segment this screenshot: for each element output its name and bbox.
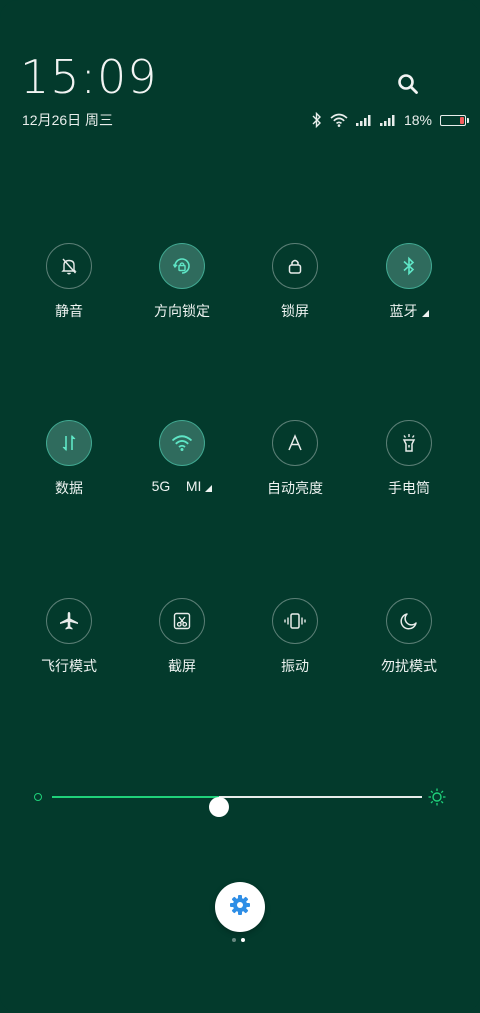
battery-level <box>460 116 464 124</box>
lock-icon[interactable] <box>272 243 318 289</box>
wifi-status-icon <box>330 113 348 127</box>
brightness-thumb[interactable] <box>208 797 229 817</box>
expand-arrow-icon[interactable] <box>421 309 429 317</box>
bell-off-icon[interactable] <box>46 243 92 289</box>
signal-1-icon <box>355 114 372 126</box>
control-center: 15:09 12月26日 周三 18% 静音 方向锁定 锁屏 蓝牙 数据 5G … <box>0 0 480 1013</box>
brightness-high-icon <box>428 788 446 811</box>
battery-percent: 18% <box>403 112 432 128</box>
tile-mute[interactable]: 静音 <box>9 243 129 321</box>
tile-wifi[interactable]: 5G MI <box>122 420 242 494</box>
clock-time: 15:09 <box>20 50 158 104</box>
page-dot[interactable] <box>232 938 236 942</box>
signal-2-icon <box>379 114 396 126</box>
tile-label: 截屏 <box>168 658 196 674</box>
clock-date: 12月26日 周三 <box>22 112 114 128</box>
tile-label: 数据 <box>55 480 83 496</box>
status-bar: 18% <box>312 110 469 130</box>
tile-screenshot[interactable]: 截屏 <box>122 598 242 676</box>
tile-lock-screen[interactable]: 锁屏 <box>235 243 355 321</box>
tile-label: 5G MI <box>152 478 213 494</box>
vibrate-icon[interactable] <box>272 598 318 644</box>
screenshot-icon[interactable] <box>159 598 205 644</box>
tile-label: 手电筒 <box>388 480 430 496</box>
tile-airplane[interactable]: 飞行模式 <box>9 598 129 676</box>
bluetooth-status-icon <box>312 112 322 128</box>
tile-do-not-disturb[interactable]: 勿扰模式 <box>349 598 469 676</box>
tile-label: 静音 <box>55 303 83 319</box>
airplane-icon[interactable] <box>46 598 92 644</box>
wifi-icon[interactable] <box>159 420 205 466</box>
tile-auto-brightness[interactable]: 自动亮度 <box>235 420 355 498</box>
tile-flashlight[interactable]: 手电筒 <box>349 420 469 498</box>
brightness-slider[interactable] <box>34 786 446 817</box>
auto-brightness-icon[interactable] <box>272 420 318 466</box>
page-indicator <box>232 938 245 942</box>
tile-label: 方向锁定 <box>154 303 210 319</box>
brightness-track[interactable] <box>52 796 422 817</box>
flashlight-icon[interactable] <box>386 420 432 466</box>
tile-rotation-lock[interactable]: 方向锁定 <box>122 243 242 321</box>
tile-bluetooth[interactable]: 蓝牙 <box>349 243 469 321</box>
search-icon[interactable] <box>396 72 420 96</box>
tile-label: 勿扰模式 <box>381 658 437 674</box>
tile-label: 蓝牙 <box>390 301 429 321</box>
tile-mobile-data[interactable]: 数据 <box>9 420 129 498</box>
mobile-data-icon[interactable] <box>46 420 92 466</box>
rotation-lock-icon[interactable] <box>159 243 205 289</box>
page-dot-active[interactable] <box>241 938 245 942</box>
settings-button[interactable] <box>215 882 265 932</box>
brightness-low-icon <box>34 793 42 801</box>
tile-label: 振动 <box>281 658 309 674</box>
tile-label: 自动亮度 <box>267 480 323 496</box>
tile-label: 飞行模式 <box>41 658 97 674</box>
expand-arrow-icon[interactable] <box>205 484 213 492</box>
brightness-fill <box>52 796 219 798</box>
battery-icon <box>440 114 469 126</box>
tile-label: 锁屏 <box>281 303 309 319</box>
tile-vibrate[interactable]: 振动 <box>235 598 355 676</box>
gear-icon <box>228 893 252 922</box>
moon-icon[interactable] <box>386 598 432 644</box>
bluetooth-icon[interactable] <box>386 243 432 289</box>
